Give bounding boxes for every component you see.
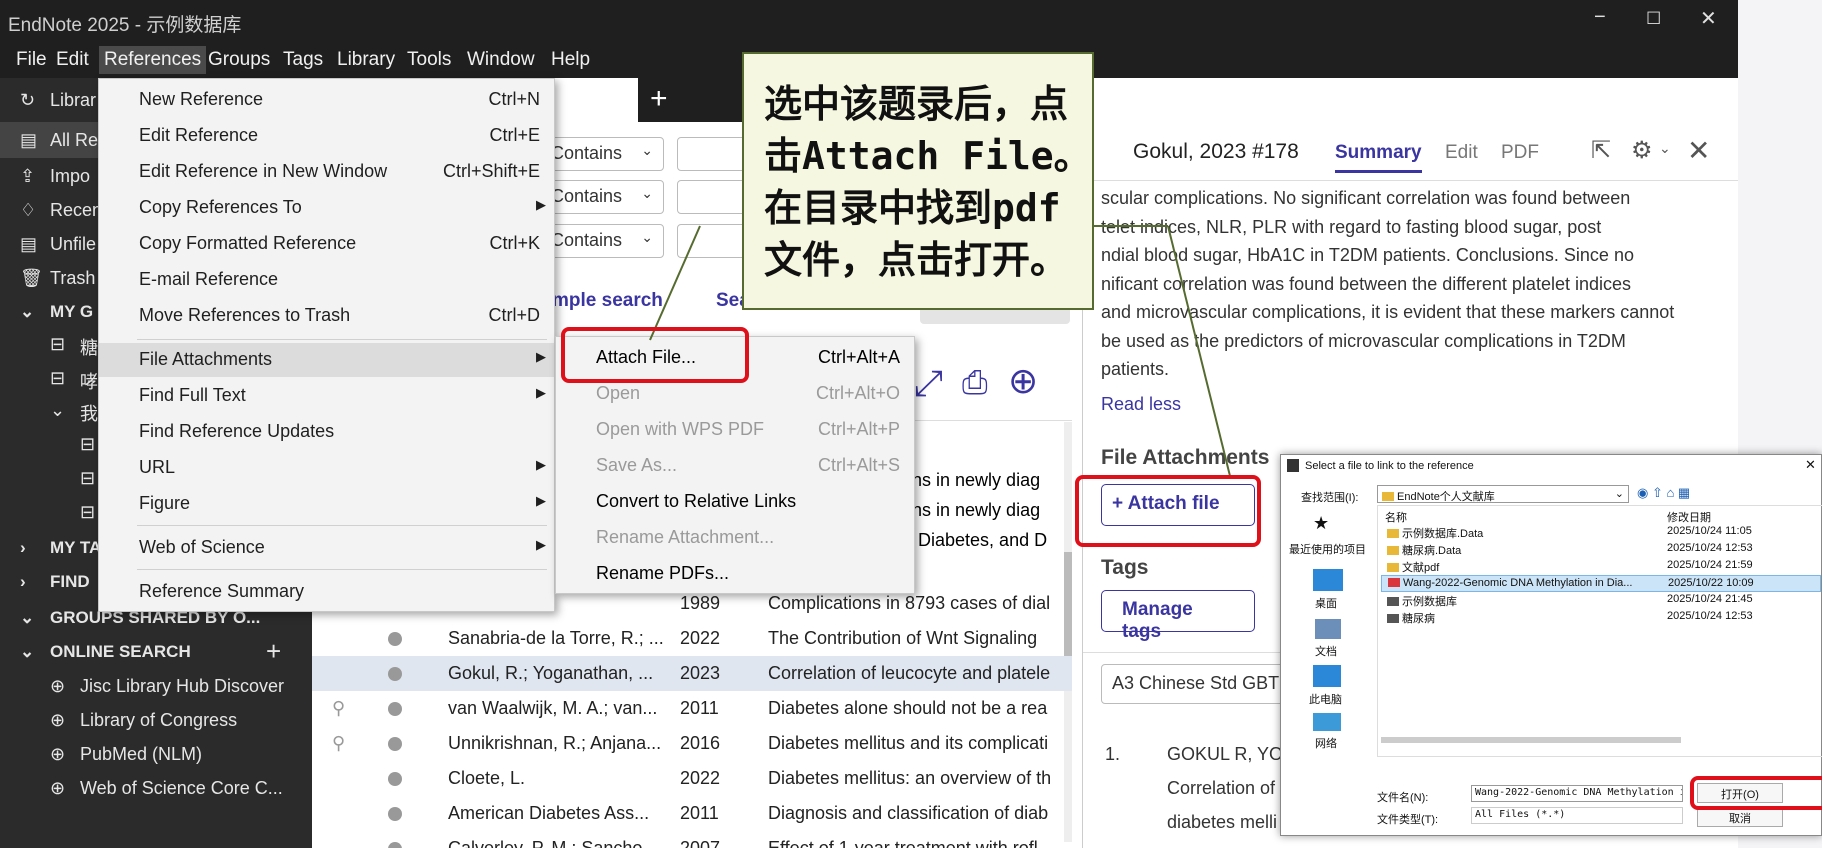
close-icon[interactable]: ✕ <box>1805 457 1816 473</box>
recent-icon: ★ <box>1313 513 1330 533</box>
desktop-icon <box>1313 569 1343 591</box>
filetype-label: 文件类型(T): <box>1377 814 1439 826</box>
computer-icon <box>1313 665 1341 687</box>
cancel-button[interactable]: 取消 <box>1697 807 1783 827</box>
instruction-callout: 选中该题录后，点 击Attach File。 在目录中找到pdf 文件，点击打开… <box>742 52 1094 310</box>
leader-line-attach-button <box>1167 225 1231 477</box>
folder-icon <box>1387 546 1399 555</box>
place-desktop[interactable]: 桌面 <box>1315 595 1337 611</box>
filename-label: 文件名(N): <box>1377 792 1429 804</box>
endnote-file-icon <box>1387 597 1399 606</box>
network-icon <box>1313 713 1341 731</box>
leader-line-attach-menu <box>649 225 701 341</box>
folder-icon <box>1382 492 1394 501</box>
folder-icon <box>1387 563 1399 572</box>
horizontal-scrollbar[interactable] <box>1381 737 1681 743</box>
endnote-file-icon <box>1387 614 1399 623</box>
pdf-icon <box>1388 578 1400 587</box>
file-item[interactable]: 文献pdf 2025/10/24 21:59 <box>1381 558 1821 575</box>
folder-icon <box>1387 529 1399 538</box>
file-item[interactable]: 糖尿病.Data 2025/10/24 12:53 <box>1381 541 1821 558</box>
file-item[interactable]: 示例数据库 2025/10/24 21:45 <box>1381 592 1821 609</box>
documents-icon <box>1315 619 1341 639</box>
column-date[interactable]: 修改日期 <box>1667 509 1711 525</box>
lookin-label: 查找范围(I): <box>1301 492 1359 504</box>
nav-icons[interactable]: ◉ ⇧ ⌂ ▦ <box>1637 485 1690 501</box>
highlight-open-button <box>1690 776 1822 810</box>
lookin-select[interactable]: EndNote个人文献库 ⌄ <box>1377 485 1629 503</box>
highlight-attach-menu <box>561 327 749 383</box>
places-bar: ★ 最近使用的项目 桌面 文档 此电脑 网络 <box>1285 507 1375 750</box>
place-documents[interactable]: 文档 <box>1315 643 1337 659</box>
filename-input[interactable]: Wang-2022-Genomic DNA Methylation in I <box>1471 785 1683 802</box>
endnote-icon <box>1287 459 1299 472</box>
filetype-select[interactable]: All Files (*.*) <box>1471 807 1683 824</box>
file-item[interactable]: 示例数据库.Data 2025/10/24 11:05 <box>1381 524 1821 541</box>
file-item[interactable]: 糖尿病 2025/10/24 12:53 <box>1381 609 1821 626</box>
file-item-selected[interactable]: Wang-2022-Genomic DNA Methylation in Dia… <box>1381 575 1821 592</box>
column-name[interactable]: 名称 <box>1385 509 1407 525</box>
dialog-title: Select a file to link to the reference <box>1305 460 1474 472</box>
highlight-attach-button <box>1075 475 1261 547</box>
place-recent[interactable]: 最近使用的项目 <box>1289 541 1366 557</box>
chevron-down-icon: ⌄ <box>1614 488 1624 500</box>
place-this-pc[interactable]: 此电脑 <box>1309 691 1342 707</box>
place-network[interactable]: 网络 <box>1315 735 1337 751</box>
